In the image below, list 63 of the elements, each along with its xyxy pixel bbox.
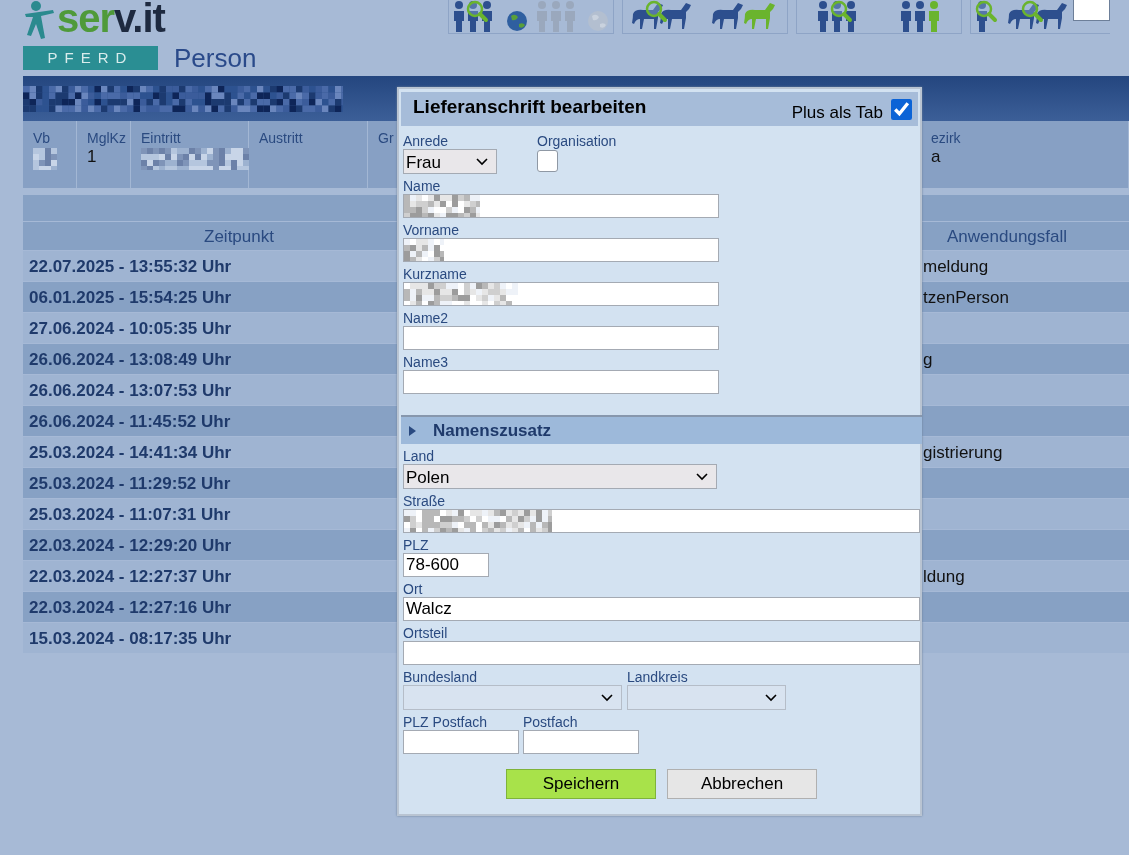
table-cell: 06.01.2025 - 15:54:25 Uhr xyxy=(29,288,232,307)
select-field[interactable]: Frau xyxy=(403,149,497,174)
field-label: Ort xyxy=(403,581,424,597)
input-field[interactable] xyxy=(403,641,920,665)
table-cell: 25.03.2024 - 11:07:31 Uhr xyxy=(29,505,231,524)
logo-text: serv.it xyxy=(57,0,165,36)
table-cell: 25.03.2024 - 14:41:34 Uhr xyxy=(29,443,232,462)
field-label: Anrede xyxy=(403,133,450,149)
column-label: MglKz xyxy=(87,130,126,146)
input-field[interactable]: 78-600 xyxy=(403,553,489,577)
column-value: 1 xyxy=(87,146,97,168)
input-field[interactable] xyxy=(403,370,719,394)
table-cell: 26.06.2024 - 13:08:49 Uhr xyxy=(29,350,232,369)
input-field[interactable] xyxy=(403,730,519,754)
field-label: Landkreis xyxy=(627,669,689,685)
field-label: Straße xyxy=(403,493,446,509)
product-badge: PFERD xyxy=(23,46,158,70)
column-label: Gr xyxy=(378,130,394,146)
table-cell: 22.03.2024 - 12:27:16 Uhr xyxy=(29,598,232,617)
input-field[interactable] xyxy=(403,326,719,350)
logo-figure-icon xyxy=(23,0,57,40)
column-value: a xyxy=(931,146,941,168)
table-cell: meldung xyxy=(921,250,1129,281)
checkbox-label: Plus als Tab xyxy=(791,102,883,124)
table-cell: g xyxy=(921,343,1129,374)
column-label: Vb xyxy=(33,130,51,146)
checkbox[interactable] xyxy=(891,99,912,120)
checkbox[interactable] xyxy=(537,150,558,172)
table-cell: gistrierung xyxy=(921,436,1129,467)
column-label: Austritt xyxy=(259,130,303,146)
table-cell: 22.03.2024 - 12:27:37 Uhr xyxy=(29,567,232,586)
section-header[interactable]: Namenszusatz xyxy=(401,415,922,444)
field-label: Name xyxy=(403,178,442,194)
table-cell: 27.06.2024 - 10:05:35 Uhr xyxy=(29,319,232,338)
column-label: Eintritt xyxy=(141,130,181,146)
table-cell: ldung xyxy=(921,560,1129,591)
input-field[interactable] xyxy=(523,730,639,754)
field-label: Ortsteil xyxy=(403,625,449,641)
field-label: PLZ xyxy=(403,537,430,553)
field-label: Name2 xyxy=(403,310,450,326)
column-header: Anwendungsfall xyxy=(921,221,1129,250)
dialog-title: Lieferanschrift bearbeiten xyxy=(413,95,647,119)
field-label: Kurzname xyxy=(403,266,468,282)
field-label: Bundesland xyxy=(403,669,478,685)
field-label: PLZ Postfach xyxy=(403,714,489,730)
input-field[interactable]: Walcz xyxy=(403,597,920,621)
table-cell: 22.03.2024 - 12:29:20 Uhr xyxy=(29,536,232,555)
table-cell: 26.06.2024 - 13:07:53 Uhr xyxy=(29,381,232,400)
search-field[interactable] xyxy=(1073,0,1110,21)
page-title: Person xyxy=(174,44,257,72)
table-cell: 22.07.2025 - 13:55:32 Uhr xyxy=(29,257,232,276)
cancel-button[interactable]: Abbrechen xyxy=(667,769,817,799)
save-button[interactable]: Speichern xyxy=(506,769,656,799)
select-field[interactable]: Polen xyxy=(403,464,717,489)
table-cell: 26.06.2024 - 11:45:52 Uhr xyxy=(29,412,231,431)
table-cell: 15.03.2024 - 08:17:35 Uhr xyxy=(29,629,232,648)
field-label: Land xyxy=(403,448,436,464)
field-label: Organisation xyxy=(537,133,617,149)
field-label: Name3 xyxy=(403,354,450,370)
column-label: ezirk xyxy=(931,130,961,146)
table-cell: tzenPerson xyxy=(921,281,1129,312)
field-label: Postfach xyxy=(523,714,579,730)
table-cell: 25.03.2024 - 11:29:52 Uhr xyxy=(29,474,231,493)
